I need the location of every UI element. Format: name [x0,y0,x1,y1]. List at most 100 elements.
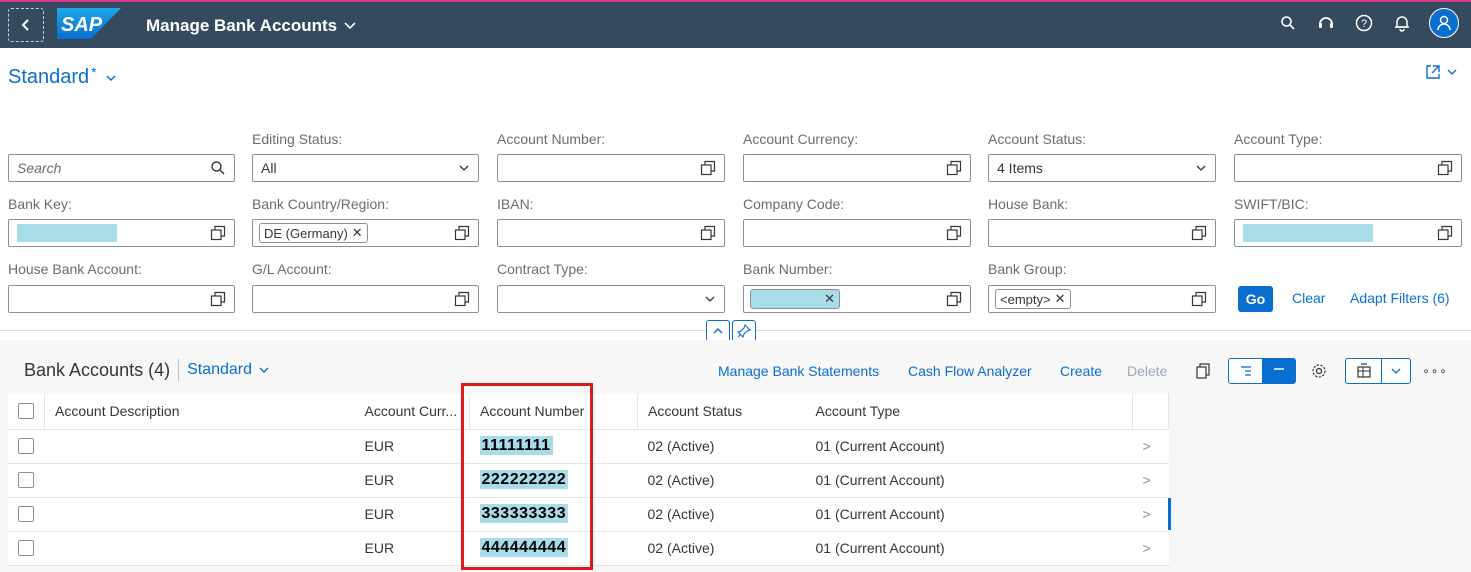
column-account-type[interactable]: Account Type [805,394,1133,430]
search-icon[interactable] [1277,12,1299,34]
row-checkbox[interactable] [18,472,34,488]
variant-selector[interactable]: Standard * [8,64,117,89]
adapt-filters-button[interactable]: Adapt Filters (6) [1350,290,1450,306]
house-bank-field[interactable] [988,219,1216,247]
bank-group-field[interactable]: <empty> ✕ [988,285,1216,313]
table-row[interactable]: EUR 333333333 02 (Active) 01 (Current Ac… [8,497,1169,532]
value-help-icon[interactable] [1191,225,1207,241]
table-header-row: Account Description Account Curr... Acco… [8,394,1169,430]
column-account-description[interactable]: Account Description [44,394,355,430]
value-help-icon[interactable] [946,160,962,176]
view-toggle[interactable] [1228,358,1296,384]
column-account-number[interactable]: Account Number [469,394,638,430]
app-title-menu[interactable]: Manage Bank Accounts [146,16,357,36]
row-checkbox[interactable] [18,438,34,454]
table-variant-selector[interactable]: Standard [187,361,270,379]
cash-flow-analyzer-button[interactable]: Cash Flow Analyzer [908,363,1032,379]
country-token[interactable]: DE (Germany) ✕ [259,223,368,243]
help-headset-icon[interactable] [1315,12,1337,34]
gl-account-field[interactable] [252,285,479,313]
account-currency-field[interactable] [743,154,971,182]
cell-account-number: 333333333 [469,497,638,532]
collapse-rows-icon[interactable] [1262,359,1295,383]
export-spreadsheet-icon[interactable] [1346,359,1382,383]
account-number-field[interactable] [497,154,725,182]
select-all-checkbox[interactable] [18,403,34,420]
manage-bank-statements-button[interactable]: Manage Bank Statements [718,363,879,379]
account-type-field[interactable] [1234,154,1462,182]
company-code-field[interactable] [743,219,971,247]
value-help-icon[interactable] [946,291,962,307]
share-menu[interactable] [1425,64,1457,80]
account-number-value: 333333333 [479,504,569,523]
row-navigation-icon[interactable]: > [1132,429,1169,464]
table-row[interactable]: EUR 222222222 02 (Active) 01 (Current Ac… [8,463,1169,498]
row-selection-indicator [1168,498,1171,530]
row-navigation-icon[interactable]: > [1132,463,1169,498]
value-help-icon[interactable] [210,225,226,241]
account-number-value: 11111111 [479,436,553,455]
settings-gear-icon[interactable] [1308,358,1330,384]
notification-bell-icon[interactable] [1391,12,1413,34]
contract-type-select[interactable] [497,285,725,313]
remove-token-icon[interactable]: ✕ [1055,291,1066,307]
bank-group-token[interactable]: <empty> ✕ [995,289,1071,309]
table-header: Bank Accounts (4) Standard [24,359,270,381]
delete-button[interactable]: Delete [1127,363,1167,379]
iban-field[interactable] [497,219,725,247]
value-help-icon[interactable] [210,291,226,307]
user-avatar-icon[interactable] [1429,8,1459,38]
value-help-icon[interactable] [1437,160,1453,176]
gl-account-label: G/L Account: [252,261,332,277]
row-checkbox[interactable] [18,540,34,556]
house-bank-account-field[interactable] [8,285,235,313]
collapse-header-button[interactable] [706,320,730,342]
value-help-icon[interactable] [700,160,716,176]
expand-rows-icon[interactable] [1229,359,1262,383]
column-account-status[interactable]: Account Status [637,394,806,430]
row-select-cell [8,429,45,464]
swift-bic-field[interactable] [1234,219,1462,247]
value-help-icon[interactable] [454,291,470,307]
chevron-down-icon[interactable] [1382,359,1410,383]
pin-header-button[interactable] [732,320,756,342]
value-help-icon[interactable] [1437,225,1453,241]
create-button[interactable]: Create [1060,363,1102,379]
row-checkbox[interactable] [18,506,34,522]
country-token-text: DE (Germany) [264,225,348,241]
go-button[interactable]: Go [1238,286,1273,312]
redacted-value [1243,224,1373,242]
column-account-currency[interactable]: Account Curr... [354,394,470,430]
editing-status-select[interactable]: All [252,154,479,182]
value-help-icon[interactable] [946,225,962,241]
sap-logo[interactable]: SAP [57,8,121,39]
search-input[interactable]: Search [8,154,235,182]
row-navigation-icon[interactable]: > [1132,531,1169,566]
more-options-icon[interactable]: ∘∘∘ [1422,358,1447,384]
back-button[interactable] [8,8,44,42]
table-row[interactable]: EUR 444444444 02 (Active) 01 (Current Ac… [8,531,1169,566]
clear-button[interactable]: Clear [1292,290,1325,306]
bank-key-field[interactable] [8,219,235,247]
remove-token-icon[interactable]: ✕ [352,225,363,241]
share-icon [1426,65,1440,79]
cell-description [44,497,355,532]
value-help-icon[interactable] [700,225,716,241]
bank-number-field[interactable]: ✕ [743,285,971,313]
bank-country-field[interactable]: DE (Germany) ✕ [252,219,479,247]
remove-token-icon[interactable]: ✕ [824,291,835,307]
search-icon[interactable] [210,160,226,176]
value-help-icon[interactable] [454,225,470,241]
bank-number-token[interactable]: ✕ [750,289,840,309]
table-row[interactable]: EUR 11111111 02 (Active) 01 (Current Acc… [8,429,1169,464]
row-navigation-icon[interactable]: > [1132,497,1169,532]
value-help-icon[interactable] [1191,291,1207,307]
account-number-value: 444444444 [479,538,569,557]
account-status-select[interactable]: 4 Items [988,154,1216,182]
export-menu[interactable] [1345,358,1411,384]
bank-group-label: Bank Group: [988,261,1067,277]
copy-icon[interactable] [1192,358,1214,384]
cell-type: 01 (Current Account) [805,429,1133,464]
help-icon[interactable]: ? [1353,12,1375,34]
bank-group-token-text: <empty> [1000,291,1051,307]
